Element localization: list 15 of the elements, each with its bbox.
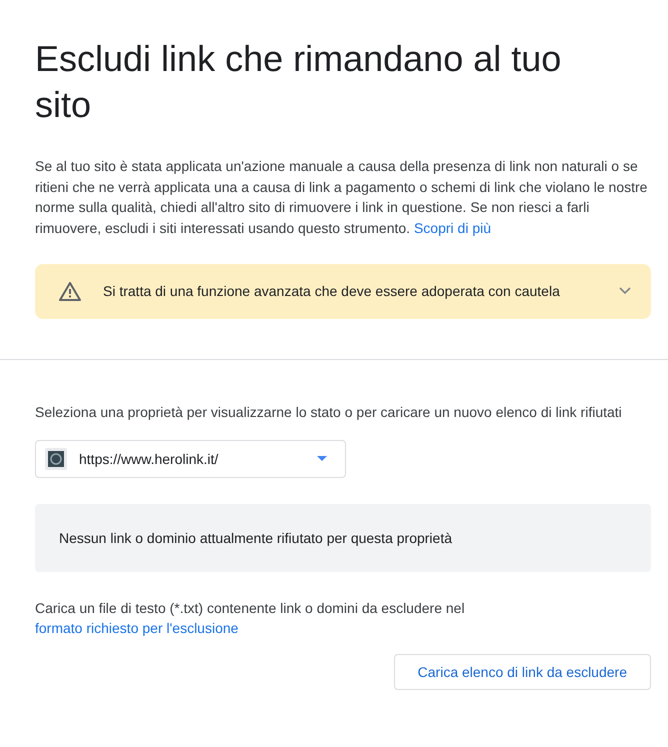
site-favicon-icon (45, 448, 67, 470)
chevron-icon[interactable] (619, 287, 631, 295)
intro-paragraph: Se al tuo sito è stata applicata un'azione manuale a causa della presenza di link non naturali o se ritieni che ne verrà applicata una a causa di link a pagamento o schemi di link che violano le nostre norme sulla qualità, chiedi all'altro sito di rimuovere i link in questione. Se non riesci a farli rimuovere, escludi i siti interessati usando questo strumento. Scopri di più (35, 157, 648, 238)
learn-more-link[interactable]: Scopri di più (414, 220, 492, 236)
property-prompt: Seleziona una proprietà per visualizzarne lo stato o per caricare un nuovo elenco di link rifiutati (35, 403, 623, 422)
upload-hint: Carica un file di testo (*.txt) contenente link o domini da escludere nel formato richiesto per l'esclusione (35, 598, 466, 638)
warning-icon (59, 282, 81, 301)
page-title: Escludi link che rimandano al tuo sito (35, 37, 562, 127)
dropdown-arrow-icon (317, 456, 327, 461)
warning-banner[interactable]: Si tratta di una funzione avanzata che deve essere adoperata con cautela (35, 264, 651, 319)
property-select[interactable]: https://www.herolink.it/ (35, 440, 346, 478)
warning-text: Si tratta di una funzione avanzata che deve essere adoperata con cautela (103, 282, 561, 301)
upload-button[interactable]: Carica elenco di link da escludere (394, 654, 651, 690)
format-link[interactable]: formato richiesto per l'esclusione (35, 620, 238, 636)
status-message: Nessun link o dominio attualmente rifiutato per questa proprietà (35, 504, 651, 572)
